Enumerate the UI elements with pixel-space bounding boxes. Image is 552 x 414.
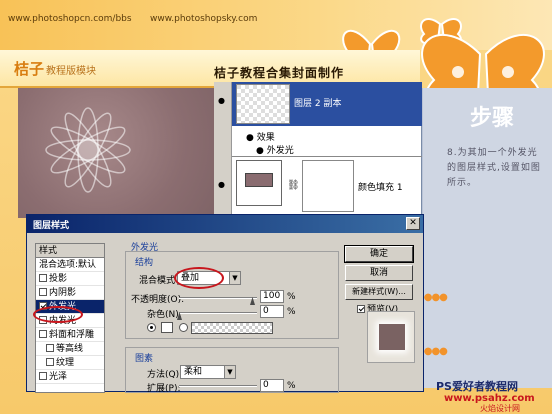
layer-name[interactable]: 图层 2 副本 [294, 96, 341, 109]
watermark-credit: 火焰设计网 [480, 404, 520, 413]
close-icon[interactable]: ✕ [406, 217, 420, 230]
style-list-item-label: 光泽 [49, 372, 68, 382]
chevron-down-icon: ▼ [224, 366, 235, 378]
checkbox-icon[interactable] [46, 344, 54, 352]
layer-thumbnail [236, 84, 290, 124]
highlight-ring [174, 267, 224, 289]
gradient-radio[interactable] [179, 323, 188, 332]
effect-outer-glow[interactable]: ● 外发光 [256, 143, 294, 156]
checkbox-icon[interactable] [39, 330, 47, 338]
eye-icon[interactable]: ● [218, 180, 225, 189]
style-list-item[interactable]: 混合选项:默认 [36, 258, 104, 272]
spread-unit: % [287, 381, 296, 391]
method-label: 方法(Q): [147, 370, 183, 380]
solid-color-radio[interactable] [147, 323, 156, 332]
instruction-panel [420, 88, 552, 388]
style-list-item[interactable]: 内阴影 [36, 286, 104, 300]
step-label: 步骤 [470, 106, 515, 131]
layer-style-dialog: 图层样式 ✕ 样式 混合选项:默认 投影 内阴影 外发光 内发光 斜面和浮雕 等高线 纹理 光泽… [26, 214, 424, 394]
brand-subtitle: 教程版模块 [46, 66, 97, 77]
brand-name: 桔子 [14, 60, 45, 78]
layer-name[interactable]: 颜色填充 1 [358, 180, 403, 193]
structure-title: 结构 [135, 258, 154, 268]
opacity-label: 不透明度(O): [131, 295, 185, 305]
gradient-swatch[interactable] [191, 322, 273, 334]
style-list-item[interactable]: 光泽 [36, 370, 104, 384]
dialog-title: 图层样式 [33, 221, 70, 231]
spread-slider[interactable] [179, 385, 257, 387]
checkbox-icon[interactable] [46, 358, 54, 366]
check-icon [357, 305, 365, 313]
flower-shape-icon [45, 107, 131, 193]
style-list-item[interactable]: 投影 [36, 272, 104, 286]
noise-input[interactable]: 0 [260, 305, 284, 318]
checkbox-icon[interactable] [39, 372, 47, 380]
watermark-title: PS爱好者教程网 [436, 380, 518, 393]
highlight-ring [33, 306, 83, 323]
url-right[interactable]: www.photoshopsky.com [150, 14, 257, 24]
blend-mode-label: 混合模式 [139, 276, 176, 286]
spread-label: 扩展(P): [147, 384, 181, 394]
link-icon: ⛓ [287, 180, 300, 191]
styles-header: 样式 [36, 244, 104, 258]
url-left[interactable]: www.photoshopcn.com/bbs [8, 14, 132, 24]
checkbox-icon[interactable] [39, 288, 47, 296]
document-canvas[interactable] [18, 88, 218, 218]
effects-label: ● 效果 [246, 133, 275, 143]
method-value: 柔和 [184, 367, 203, 377]
layer-mask-thumbnail[interactable] [302, 160, 354, 212]
cancel-button[interactable]: 取消 [345, 265, 413, 281]
style-list-item[interactable]: 等高线 [36, 342, 104, 356]
opacity-slider[interactable] [179, 297, 257, 299]
checkbox-icon[interactable] [39, 274, 47, 282]
fill-layer-thumbnail[interactable] [236, 160, 282, 206]
ok-button[interactable]: 确定 [344, 245, 414, 263]
style-list-item-label: 投影 [49, 274, 68, 284]
style-list-item[interactable]: 纹理 [36, 356, 104, 370]
page-title: 桔子教程合集封面制作 [214, 66, 345, 80]
style-list-item[interactable]: 斜面和浮雕 [36, 328, 104, 342]
style-preview [367, 311, 415, 363]
new-style-button[interactable]: 新建样式(W)... [345, 284, 413, 300]
chevron-down-icon: ▼ [229, 272, 240, 284]
layer-divider [232, 156, 422, 157]
elements-title: 图素 [135, 354, 154, 364]
opacity-input[interactable]: 100 [260, 290, 284, 303]
brand-logo: 桔子 教程版模块 [14, 58, 96, 79]
style-list-item-label: 内阴影 [49, 288, 77, 298]
style-list-item-label: 纹理 [56, 358, 75, 368]
method-select[interactable]: 柔和 ▼ [180, 365, 236, 379]
dialog-titlebar[interactable]: 图层样式 ✕ [27, 215, 423, 233]
noise-label: 杂色(N): [147, 310, 182, 320]
noise-slider[interactable] [179, 312, 257, 314]
style-list-item-label: 斜面和浮雕 [49, 330, 95, 340]
style-list-item-label: 混合选项:默认 [39, 260, 97, 270]
style-list-item-label: 等高线 [56, 344, 84, 354]
instruction-text: 8.为其加一个外发光的图层样式,设置如图所示。 [447, 148, 541, 188]
eye-icon[interactable]: ● [218, 96, 225, 105]
noise-unit: % [287, 307, 296, 317]
opacity-unit: % [287, 292, 296, 302]
spread-input[interactable]: 0 [260, 379, 284, 392]
glow-color-swatch[interactable] [161, 322, 173, 333]
